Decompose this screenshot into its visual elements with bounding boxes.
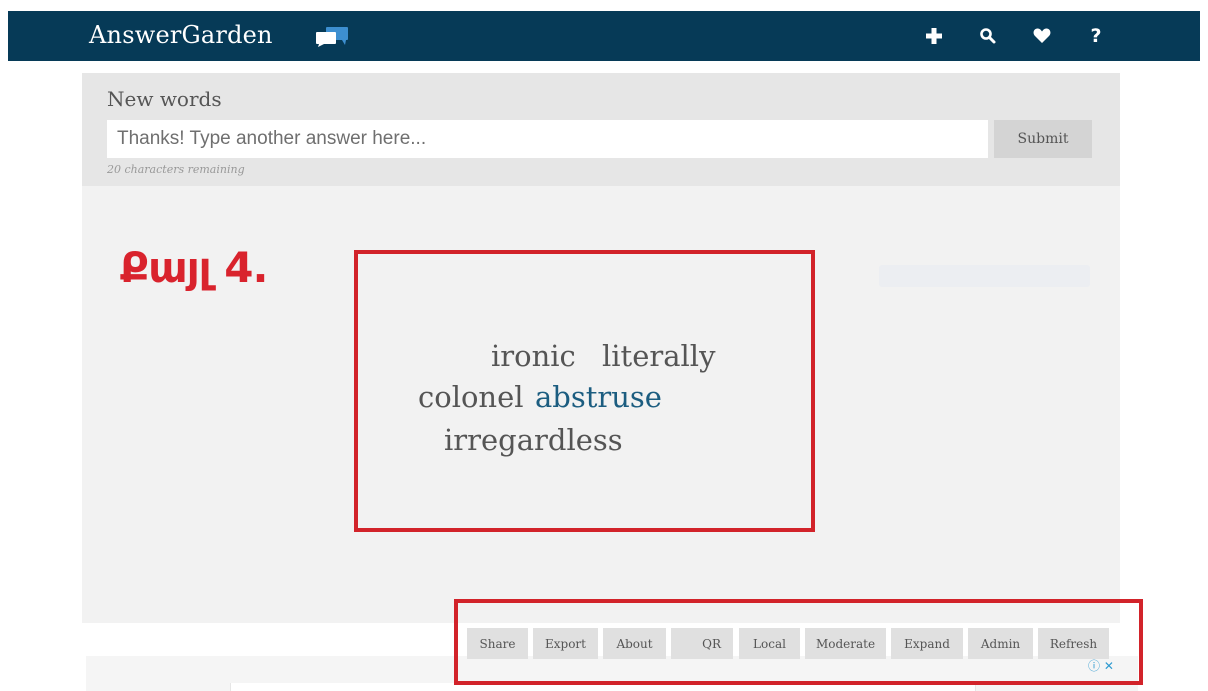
step-annotation: Քայլ 4.: [120, 243, 268, 292]
brand-logo-text[interactable]: AnswerGarden: [89, 21, 273, 49]
answer-form: New words Submit 20 characters remaining: [82, 73, 1120, 186]
submit-button[interactable]: Submit: [994, 120, 1092, 158]
cloud-word[interactable]: literally: [602, 339, 715, 373]
top-bar: AnswerGarden ?: [8, 11, 1200, 61]
toolbar-highlight-box: [454, 599, 1143, 685]
characters-remaining: 20 characters remaining: [107, 163, 245, 176]
answer-input[interactable]: [107, 120, 988, 158]
help-icon[interactable]: ?: [1084, 24, 1108, 48]
chat-bubbles-icon: [316, 27, 348, 47]
question-title: New words: [107, 87, 222, 111]
cloud-word[interactable]: irregardless: [444, 423, 623, 457]
search-icon[interactable]: [976, 24, 1000, 48]
faint-widget: [879, 265, 1090, 287]
cloud-word[interactable]: colonel: [418, 380, 524, 414]
plus-icon[interactable]: [922, 24, 946, 48]
heart-icon[interactable]: [1030, 24, 1054, 48]
cloud-word-highlighted[interactable]: abstruse: [535, 380, 662, 414]
cloud-word[interactable]: ironic: [491, 339, 576, 373]
